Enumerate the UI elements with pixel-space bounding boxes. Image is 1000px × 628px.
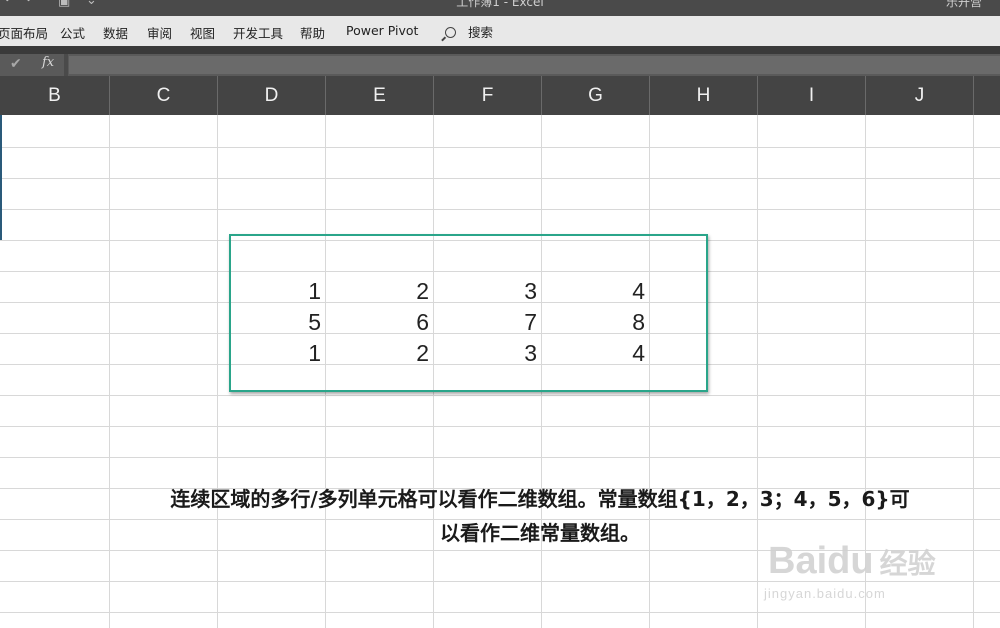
watermark-suffix: 经验 bbox=[879, 548, 936, 579]
column-header-b[interactable]: B bbox=[0, 76, 110, 115]
tab-review[interactable]: 审阅 bbox=[147, 23, 172, 42]
column-header-e[interactable]: E bbox=[326, 76, 434, 115]
ribbon-tabs: 页面布局 公式 数据 审阅 视图 开发工具 帮助 Power Pivot 搜索 bbox=[0, 16, 1000, 46]
column-header-g[interactable]: G bbox=[542, 76, 650, 115]
watermark-url: jingyan.baidu.com bbox=[764, 586, 886, 601]
array-highlight-box bbox=[229, 234, 708, 392]
ribbon-collapsed-strip bbox=[0, 46, 1000, 54]
search-box[interactable]: 搜索 bbox=[445, 22, 493, 41]
column-header-f[interactable]: F bbox=[434, 76, 542, 115]
title-bar: ↶ ↷ ▣ ⌄ 工作簿1 - Excel 乐开营 bbox=[0, 0, 1000, 16]
tab-page-layout[interactable]: 页面布局 bbox=[0, 23, 48, 42]
enter-check-icon[interactable]: ✔ bbox=[10, 56, 22, 72]
tab-developer[interactable]: 开发工具 bbox=[233, 23, 283, 42]
insert-function-icon[interactable]: fx bbox=[42, 55, 54, 70]
column-header-i[interactable]: I bbox=[758, 76, 866, 115]
search-label: 搜索 bbox=[468, 25, 494, 40]
column-headers: B C D E F G H I J bbox=[0, 76, 1000, 115]
selected-cell-edge bbox=[0, 115, 2, 240]
column-header-h[interactable]: H bbox=[650, 76, 758, 115]
tab-view[interactable]: 视图 bbox=[190, 23, 215, 42]
tab-help[interactable]: 帮助 bbox=[300, 23, 325, 42]
tab-power-pivot[interactable]: Power Pivot bbox=[346, 23, 418, 38]
window-title: 工作簿1 - Excel bbox=[456, 0, 544, 9]
search-icon bbox=[445, 27, 456, 38]
tab-formulas[interactable]: 公式 bbox=[60, 23, 85, 42]
tab-data[interactable]: 数据 bbox=[103, 23, 128, 42]
column-header-c[interactable]: C bbox=[110, 76, 218, 115]
column-header-d[interactable]: D bbox=[218, 76, 326, 115]
column-header-j[interactable]: J bbox=[866, 76, 974, 115]
formula-bar-divider[interactable] bbox=[64, 54, 68, 76]
user-name[interactable]: 乐开营 bbox=[946, 0, 982, 10]
formula-bar: ✔ fx bbox=[0, 54, 1000, 76]
caption-line-1: 连续区域的多行/多列单元格可以看作二维数组。常量数组{1，2，3；4，5，6}可 bbox=[170, 487, 910, 511]
baidu-jingyan-watermark: Baidu 经验 jingyan.baidu.com bbox=[764, 540, 936, 601]
formula-input[interactable] bbox=[69, 56, 1000, 74]
watermark-brand: Baidu bbox=[768, 540, 874, 582]
